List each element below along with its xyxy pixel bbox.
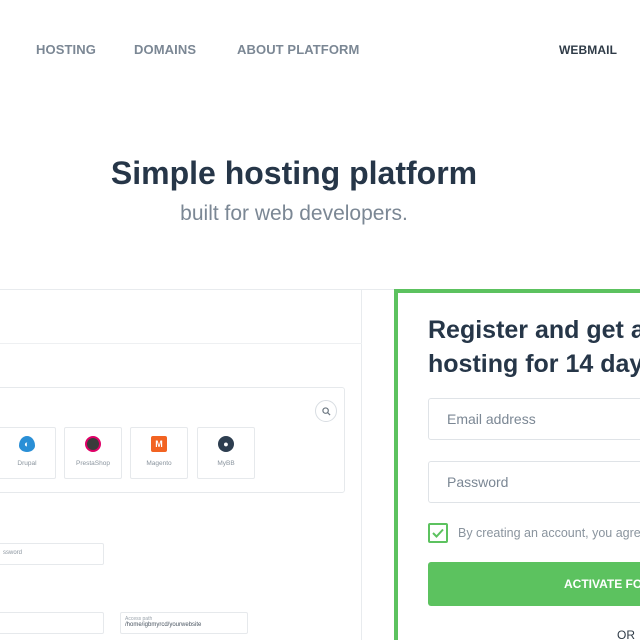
password-placeholder: Password (447, 474, 509, 490)
app-name: Drupal (17, 460, 37, 467)
or-separator: OR (617, 628, 635, 640)
nav-hosting-link[interactable]: HOSTING (36, 42, 96, 57)
mini-field[interactable] (0, 612, 104, 634)
app-name: MyBB (217, 460, 235, 467)
magento-icon: M (151, 436, 167, 452)
dashboard-preview: ◐ Drupal PrestaShop M Magento ● MyBB ssw… (0, 290, 362, 640)
app-name: PrestaShop (76, 460, 110, 467)
activate-button[interactable]: ACTIVATE FO (428, 562, 640, 606)
checkmark-icon (432, 528, 444, 538)
password-mini-field[interactable]: ssword (0, 543, 104, 565)
mybb-icon: ● (218, 436, 234, 452)
access-path-field[interactable]: Access path /home/igbmyrcd/yourwebsite (120, 612, 248, 634)
hero-subtitle: built for web developers. (180, 202, 408, 225)
app-tile-prestashop[interactable]: PrestaShop (64, 427, 122, 479)
activate-button-label: ACTIVATE FO (564, 577, 640, 591)
prestashop-icon (85, 436, 101, 452)
password-field[interactable]: Password (428, 461, 640, 503)
password-mini-label: ssword (3, 550, 23, 556)
register-panel: Register and get a hosting for 14 day Em… (394, 289, 640, 640)
app-tile-drupal[interactable]: ◐ Drupal (0, 427, 56, 479)
nav-domains-link[interactable]: DOMAINS (134, 42, 196, 57)
terms-text: By creating an account, you agree (458, 526, 640, 540)
email-placeholder: Email address (447, 411, 536, 427)
app-tile-magento[interactable]: M Magento (130, 427, 188, 479)
app-name: Magento (146, 460, 172, 467)
search-icon[interactable] (315, 400, 337, 422)
preview-divider (0, 343, 362, 344)
access-path-value: /home/igbmyrcd/yourwebsite (125, 622, 202, 628)
drupal-icon: ◐ (19, 436, 35, 452)
app-tile-mybb[interactable]: ● MyBB (197, 427, 255, 479)
terms-checkbox[interactable] (428, 523, 448, 543)
register-title-line-1: Register and get a (428, 316, 640, 344)
email-field[interactable]: Email address (428, 398, 640, 440)
top-navigation: HOSTING DOMAINS ABOUT PLATFORM WEBMAIL (0, 0, 640, 100)
nav-webmail-link[interactable]: WEBMAIL (559, 43, 617, 57)
register-title: Register and get a hosting for 14 day (428, 313, 640, 381)
register-title-line-2: hosting for 14 day (428, 350, 640, 378)
nav-about-platform-link[interactable]: ABOUT PLATFORM (237, 42, 359, 57)
hero-title: Simple hosting platform (110, 155, 478, 191)
